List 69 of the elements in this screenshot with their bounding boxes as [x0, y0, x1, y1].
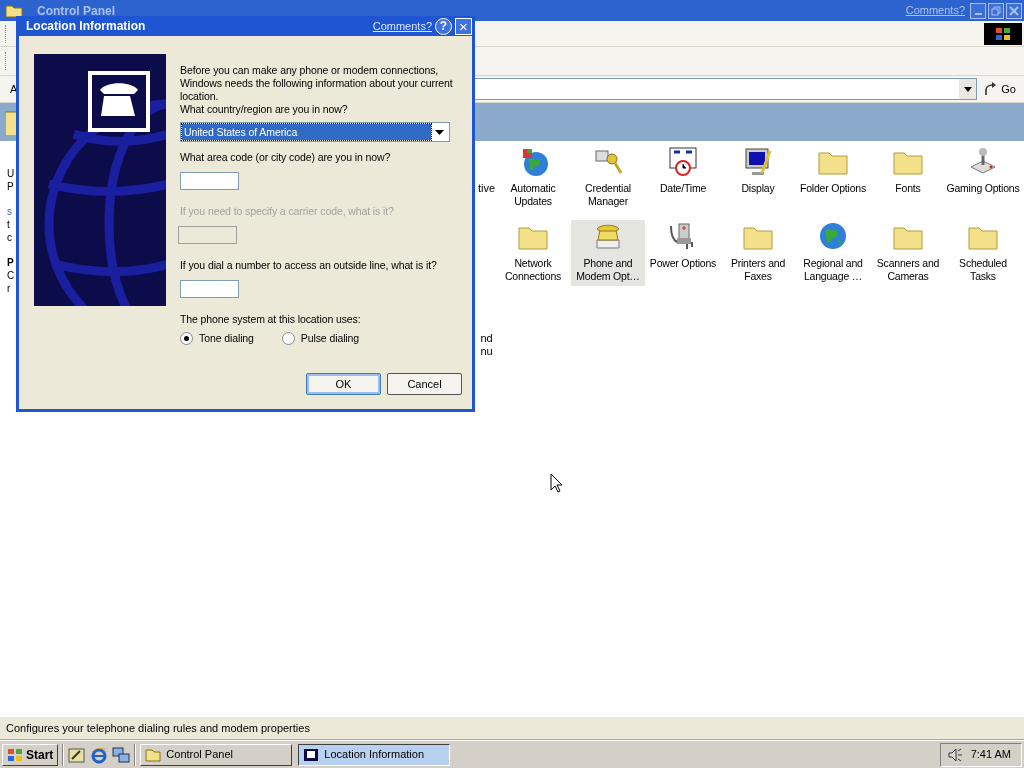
- field-label: What area code (or city code) are you in now?: [180, 151, 392, 164]
- item-label: tive: [477, 182, 496, 195]
- start-button[interactable]: Start: [2, 743, 59, 766]
- go-button[interactable]: Go: [982, 80, 1022, 98]
- control-panel-item[interactable]: Phone and Modem Opt…: [571, 220, 645, 286]
- taskbar-button[interactable]: Location Information: [298, 743, 451, 766]
- control-panel-item[interactable]: Automatic Updates: [496, 145, 570, 211]
- folder-icon: [5, 3, 23, 18]
- minimize-icon: [974, 12, 982, 15]
- browser-icon[interactable]: [90, 745, 109, 764]
- help-button[interactable]: ?: [435, 17, 452, 35]
- pane-text: r: [7, 282, 11, 295]
- control-panel-item[interactable]: Printers and Faxes: [721, 220, 795, 286]
- globe-icon: [817, 220, 849, 252]
- folder-icon: [145, 747, 162, 762]
- dropdown-arrow-icon: [435, 129, 444, 135]
- control-panel-item[interactable]: Gaming Options: [946, 145, 1020, 211]
- item-label: nd: [480, 332, 493, 345]
- windows-logo-icon: [995, 26, 1011, 41]
- dialog-button[interactable]: Cancel: [387, 373, 462, 395]
- radio-button[interactable]: Tone dialing: [180, 332, 254, 345]
- windows-logo-icon: [7, 747, 23, 762]
- desktop-icon[interactable]: [68, 745, 87, 764]
- pane-text: P: [7, 256, 14, 269]
- control-panel-item[interactable]: Folder Options: [796, 145, 870, 211]
- control-panel-item[interactable]: Credential Manager: [571, 145, 645, 211]
- monitor-icon: [742, 145, 774, 177]
- control-panel-item[interactable]: Fonts: [871, 145, 945, 211]
- restore-button[interactable]: [988, 2, 1004, 19]
- input-field[interactable]: [180, 280, 239, 298]
- control-panel-item[interactable]: Display: [721, 145, 795, 211]
- pane-text: U: [7, 167, 15, 180]
- item-label: nu: [480, 345, 493, 358]
- window-switch-icon[interactable]: [112, 745, 131, 764]
- intro-text: Before you can make any phone or modem connections, Windows needs the following information about your current location.: [180, 64, 454, 103]
- taskbar-button[interactable]: Control Panel: [140, 743, 293, 766]
- status-text: Configures your telephone dialing rules and modem properties: [0, 716, 1024, 740]
- close-icon: [1009, 5, 1019, 16]
- calendar-icon: [667, 145, 699, 177]
- field-label: The phone system at this location uses:: [180, 313, 362, 326]
- country-dropdown[interactable]: United States of America: [180, 122, 450, 142]
- control-panel-item[interactable]: Network Connections: [496, 220, 570, 286]
- control-panel-item[interactable]: Date/Time: [646, 145, 720, 211]
- control-panel-item[interactable]: Regional and Language …: [796, 220, 870, 286]
- field-label: If you need to specify a carrier code, what is it?: [180, 205, 395, 218]
- cursor-icon: [550, 473, 563, 493]
- window-title: Control Panel: [37, 2, 115, 20]
- speaker-icon[interactable]: [946, 746, 963, 763]
- dialog-title: Location Information: [26, 18, 146, 35]
- link-text[interactable]: s: [7, 205, 12, 218]
- close-button[interactable]: [1006, 2, 1022, 19]
- dialog-button[interactable]: OK: [306, 373, 381, 395]
- restore-icon: [991, 5, 1001, 16]
- input-field[interactable]: [180, 172, 239, 190]
- pane-text: P: [7, 180, 14, 193]
- field-label: If you dial a number to access an outside line, what is it?: [180, 259, 438, 272]
- control-panel-item[interactable]: Power Options: [646, 220, 720, 286]
- pane-text: c: [7, 231, 12, 244]
- pane-text: t: [7, 218, 10, 231]
- field-label: What country/region are you in now?: [180, 103, 349, 116]
- minimize-button[interactable]: [970, 2, 986, 19]
- radio-button[interactable]: Pulse dialing: [281, 332, 360, 345]
- close-button[interactable]: ×: [455, 17, 472, 35]
- control-panel-item[interactable]: Scanners and Cameras: [871, 220, 945, 286]
- pane-text: C: [7, 269, 15, 282]
- clock-text: 7:41 AM: [970, 747, 1011, 763]
- dropdown-arrow-icon: [963, 86, 972, 92]
- comments-link[interactable]: Comments?: [372, 17, 432, 35]
- control-panel-item[interactable]: Scheduled Tasks: [946, 220, 1020, 286]
